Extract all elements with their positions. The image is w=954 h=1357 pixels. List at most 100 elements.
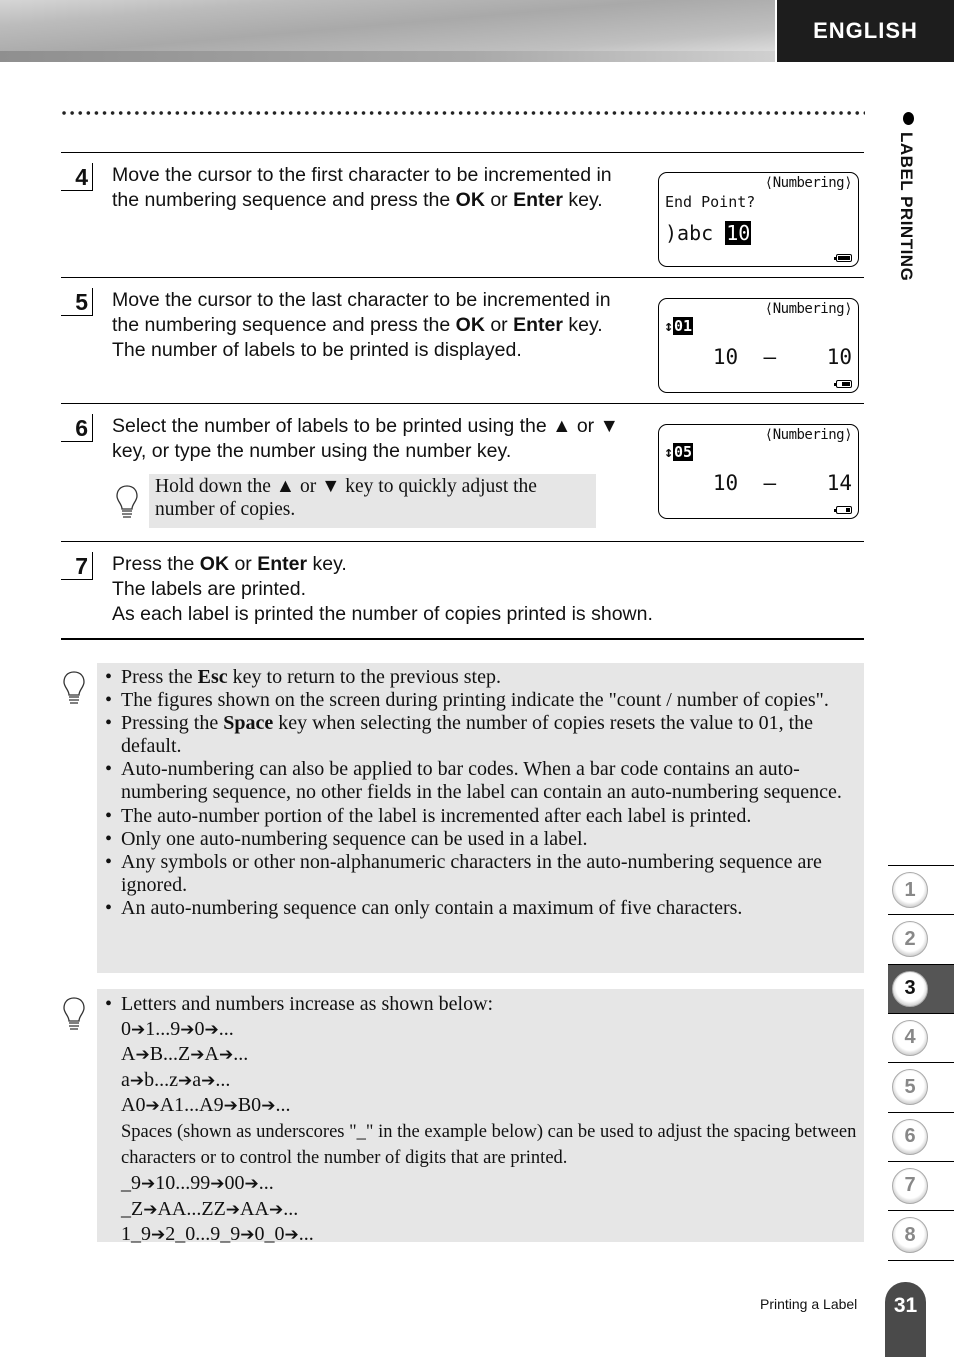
chapter-number-badge: 7 bbox=[892, 1167, 928, 1204]
step-5: 5 Move the cursor to the last character … bbox=[61, 277, 864, 404]
step-number: 5 bbox=[61, 288, 93, 316]
step-line: the numbering sequence and press the OK … bbox=[112, 314, 603, 336]
battery-icon bbox=[834, 506, 852, 514]
step-line: key, or type the number using the number… bbox=[112, 440, 512, 462]
arrow-right-icon: ➔ bbox=[190, 1045, 205, 1066]
chapter-tab-7[interactable]: 7 bbox=[888, 1160, 954, 1211]
chapter-number-badge: 2 bbox=[892, 921, 928, 958]
page-number: 31 bbox=[885, 1282, 926, 1357]
arrow-right-icon: ➔ bbox=[143, 1199, 158, 1220]
arrow-right-icon: ➔ bbox=[284, 1225, 299, 1246]
arrow-right-icon: ➔ bbox=[261, 1096, 276, 1117]
lcd-cursor-highlight: 10 bbox=[725, 221, 752, 245]
spaces-explanation: Spaces (shown as underscores "_" in the … bbox=[121, 1121, 857, 1168]
arrow-right-icon: ➔ bbox=[268, 1199, 284, 1220]
battery-icon bbox=[834, 254, 852, 262]
chapter-number-badge: 8 bbox=[892, 1217, 928, 1254]
sequence-line: A0➔A1...A9➔B0➔... bbox=[121, 1094, 291, 1117]
lcd-mode: ⟨Numbering⟩ bbox=[764, 175, 853, 191]
step-line: Move the cursor to the last character to… bbox=[112, 289, 611, 311]
note-item: Press the Esc key to return to the previ… bbox=[101, 666, 860, 689]
chapter-number-badge: 1 bbox=[892, 872, 928, 908]
chapter-tab-5[interactable]: 5 bbox=[888, 1062, 954, 1112]
lcd-range: 10 – 10 bbox=[712, 345, 852, 369]
arrow-right-icon: ➔ bbox=[210, 1173, 225, 1194]
lcd-screen: ⟨Numbering⟩ ↕01 10 – 10 bbox=[658, 298, 859, 393]
step-text: Move the cursor to the last character to… bbox=[112, 288, 652, 363]
notes-box: Press the Esc key to return to the previ… bbox=[97, 663, 864, 973]
step-7: 7 Press the OK or Enter key. The labels a… bbox=[61, 541, 864, 640]
sequence-line: 0➔1...9➔0➔... bbox=[121, 1017, 234, 1040]
arrow-right-icon: ➔ bbox=[141, 1173, 156, 1194]
step-line: Select the number of labels to be printe… bbox=[112, 415, 619, 437]
step-number: 7 bbox=[61, 552, 93, 580]
sequence-examples-spaces: _9➔10...99➔00➔... _Z➔AA...ZZ➔AA➔... 1_9➔2_… bbox=[101, 1171, 860, 1248]
chapter-number-badge: 3 bbox=[892, 970, 928, 1007]
chapter-tab-8[interactable]: 8 bbox=[888, 1210, 954, 1260]
chapter-tab-1[interactable]: 1 bbox=[888, 865, 954, 915]
step-line: Move the cursor to the first character t… bbox=[112, 164, 612, 186]
step-line: the numbering sequence and press the OK … bbox=[112, 189, 603, 211]
arrow-right-icon: ➔ bbox=[178, 1070, 193, 1091]
arrow-right-icon: ➔ bbox=[223, 1096, 238, 1117]
step-number: 4 bbox=[61, 163, 93, 191]
lightbulb-note-icon bbox=[63, 997, 85, 1030]
step-text: Press the OK or Enter key. The labels are… bbox=[112, 552, 832, 627]
chapter-number-badge: 5 bbox=[892, 1069, 928, 1106]
notes-list: Press the Esc key to return to the previ… bbox=[101, 666, 860, 920]
dotted-divider bbox=[60, 110, 865, 116]
hint-text: Hold down the ▲ or ▼ key to quickly adju… bbox=[149, 474, 596, 528]
note-item: Any symbols or other non-alphanumeric ch… bbox=[101, 851, 860, 897]
note-item: Only one auto-numbering sequence can be … bbox=[101, 828, 860, 851]
arrow-right-icon: ➔ bbox=[151, 1225, 166, 1246]
tabs-end-divider bbox=[888, 1260, 954, 1261]
arrow-right-icon: ➔ bbox=[145, 1096, 160, 1117]
arrow-right-icon: ➔ bbox=[201, 1070, 216, 1091]
chapter-number-badge: 4 bbox=[892, 1019, 928, 1056]
lcd-range: 10 – 14 bbox=[712, 471, 852, 495]
note-item: The auto-number portion of the label is … bbox=[101, 805, 860, 828]
arrow-right-icon: ➔ bbox=[129, 1070, 145, 1091]
lcd-text-prefix: )abc bbox=[665, 221, 726, 245]
step-text: Select the number of labels to be printe… bbox=[112, 414, 652, 464]
lcd-prompt: End Point? bbox=[665, 193, 756, 211]
step-line: Press the OK or Enter key. bbox=[112, 553, 347, 575]
arrow-right-icon: ➔ bbox=[135, 1045, 150, 1066]
chapter-number-badge: 6 bbox=[892, 1118, 928, 1155]
arrow-right-icon: ➔ bbox=[244, 1173, 259, 1194]
language-label: ENGLISH bbox=[777, 0, 954, 62]
increment-notes-box: Letters and numbers increase as shown be… bbox=[97, 989, 864, 1245]
side-section-title: LABEL PRINTING bbox=[897, 132, 916, 282]
lightbulb-note-icon bbox=[63, 671, 85, 704]
note-item: Pressing the Space key when selecting th… bbox=[101, 712, 860, 758]
arrow-right-icon: ➔ bbox=[225, 1199, 241, 1220]
step-6: 6 Select the number of labels to be prin… bbox=[61, 403, 864, 542]
arrow-right-icon: ➔ bbox=[204, 1019, 219, 1040]
step-4: 4 Move the cursor to the first character… bbox=[61, 152, 864, 278]
arrow-right-icon: ➔ bbox=[240, 1225, 255, 1246]
note-item: Auto-numbering can also be applied to ba… bbox=[101, 758, 860, 804]
sequence-line: _9➔10...99➔00➔... bbox=[121, 1171, 274, 1194]
note-item: An auto-numbering sequence can only cont… bbox=[101, 897, 860, 920]
arrow-right-icon: ➔ bbox=[218, 1045, 234, 1066]
lcd-text: )abc 10 bbox=[665, 221, 752, 245]
lcd-mode: ⟨Numbering⟩ bbox=[764, 427, 853, 443]
step-line: The number of labels to be printed is di… bbox=[112, 339, 522, 361]
section-bullet-icon bbox=[903, 112, 914, 125]
arrow-right-icon: ➔ bbox=[180, 1019, 195, 1040]
sequence-line: A➔B...Z➔A➔... bbox=[121, 1043, 249, 1066]
step-number: 6 bbox=[61, 414, 93, 442]
sequence-examples: 0➔1...9➔0➔... A➔B...Z➔A➔... a➔b...z➔a➔... A… bbox=[101, 1017, 860, 1119]
chapter-tab-4[interactable]: 4 bbox=[888, 1012, 954, 1063]
chapter-tab-3[interactable]: 3 bbox=[888, 963, 954, 1014]
arrow-right-icon: ➔ bbox=[131, 1019, 146, 1040]
note-item: Letters and numbers increase as shown be… bbox=[101, 992, 860, 1017]
chapter-tab-6[interactable]: 6 bbox=[888, 1111, 954, 1162]
lcd-copy-count: ↕01 bbox=[664, 317, 694, 335]
chapter-tab-2[interactable]: 2 bbox=[888, 914, 954, 964]
sequence-line: 1_9➔2_0...9_9➔0_0➔... bbox=[121, 1223, 314, 1246]
lcd-mode: ⟨Numbering⟩ bbox=[764, 301, 853, 317]
footer-section-title: Printing a Label bbox=[760, 1296, 858, 1312]
lightbulb-hint-icon bbox=[116, 485, 138, 518]
sequence-line: _Z➔AA...ZZ➔AA➔... bbox=[121, 1197, 299, 1220]
